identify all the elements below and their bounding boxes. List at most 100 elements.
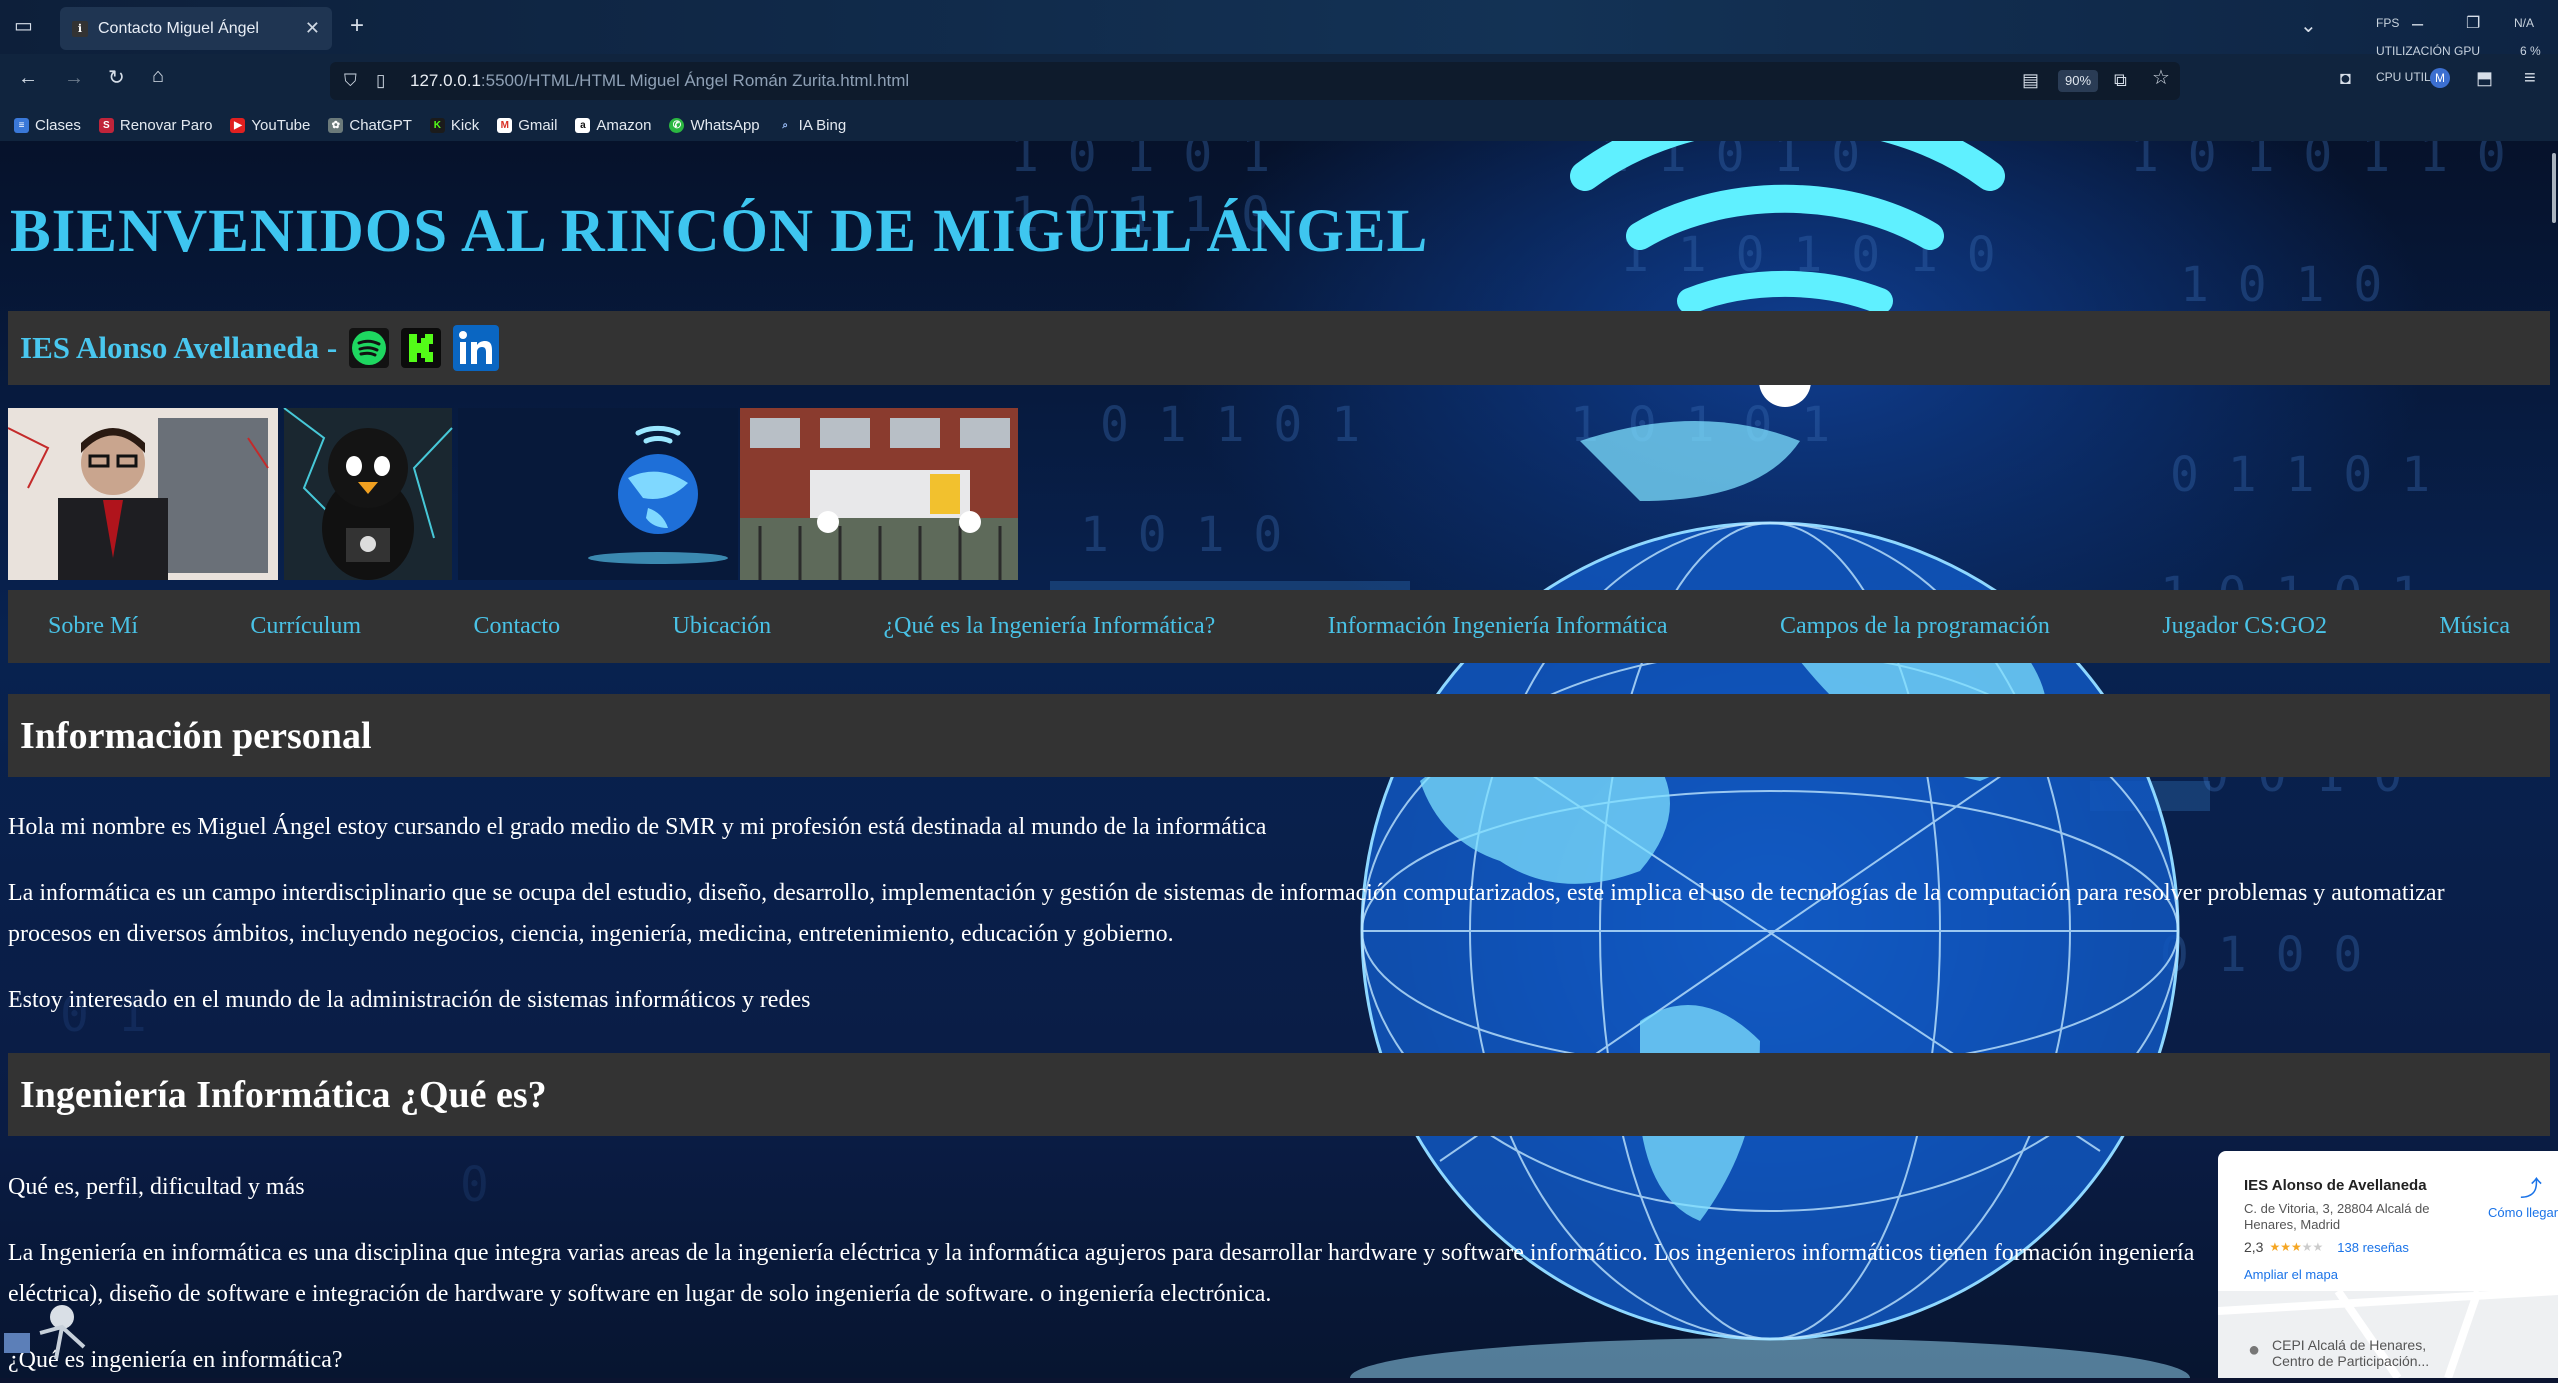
fps-label: FPS [2376,16,2400,30]
minimize-icon[interactable]: – [2412,14,2423,34]
na-label: N/A [2514,16,2535,30]
paragraph-interests: Estoy interesado en el mundo de la admin… [8,987,811,1013]
cursor-mascot-icon [0,1303,90,1363]
reader-view-icon[interactable]: ▤ [2022,70,2039,90]
nav-informacion-ingenieria[interactable]: Información Ingeniería Informática [1328,613,1668,640]
bookmark-clases[interactable]: ≡ Clases [14,117,81,134]
tab-title: Contacto Miguel Ángel [98,19,259,37]
account-avatar[interactable]: M [2430,68,2450,88]
main-navigation: Sobre Mí Currículum Contacto Ubicación ¿… [8,590,2550,663]
url-path: :5500/HTML/HTML Miguel Ángel Román Zurit… [480,71,910,90]
address-bar[interactable]: ⛉ ▯ 127.0.0.1 :5500/HTML/HTML Miguel Áng… [330,62,2180,100]
paragraph-engineering: La Ingeniería en informática es una disc… [8,1240,2195,1307]
pocket-icon[interactable]: ◘ [2340,68,2351,88]
map-address: C. de Vitoria, 3, 28804 Alcalá de Henare… [2244,1201,2430,1232]
map-embed[interactable]: IES Alonso de Avellaneda C. de Vitoria, … [2217,1151,2558,1381]
gmail-icon: M [497,118,513,133]
svg-text:1 0 1 0: 1 0 1 0 [2180,257,2382,313]
close-tab-icon[interactable]: ✕ [305,18,320,39]
map-nearby-place: CEPI Alcalá de Henares, Centro de Partic… [2272,1337,2430,1369]
page-title: BIENVENIDOS AL RINCÓN DE MIGUEL ÁNGEL [10,198,1429,265]
image-gallery [7,407,1018,580]
map-rating: 2,3 ★★★★★ 138 reseñas [2244,1239,2409,1255]
nav-curriculum[interactable]: Currículum [250,613,361,640]
engineering-heading: Ingeniería Informática ¿Qué es? [8,1053,2550,1136]
kick-icon: K [429,118,445,133]
tab-list-icon[interactable]: ▭ [14,16,33,36]
bookmark-ia-bing[interactable]: ⌕ IA Bing [778,117,846,134]
bookmark-whatsapp[interactable]: ✆ WhatsApp [669,117,760,134]
svg-text:1 0 1 0: 1 0 1 0 [1080,507,1282,563]
tab-bar: ▭ ℹ Contacto Miguel Ángel ✕ + ⌄ FPS – ❐ … [0,0,2558,58]
map-place-name: IES Alonso de Avellaneda [2244,1177,2427,1194]
chatgpt-icon: ✿ [328,118,344,133]
youtube-icon: ▶ [230,118,246,133]
extensions-icon[interactable]: ⬒ [2476,68,2493,88]
new-tab-icon[interactable]: + [350,14,364,38]
tab-overflow-chevron-icon[interactable]: ⌄ [2300,16,2317,36]
network-globe-image [458,408,738,580]
nav-campos-programacion[interactable]: Campos de la programación [1780,613,2050,640]
kick-icon[interactable] [401,328,442,368]
sepe-icon: S [98,118,114,133]
nav-ubicacion[interactable]: Ubicación [672,613,771,640]
bookmark-kick[interactable]: K Kick [429,117,479,134]
page-icon: ▯ [376,71,386,90]
forward-icon[interactable]: → [64,68,84,88]
linux-penguin-image [283,407,453,580]
menu-icon[interactable]: ≡ [2524,68,2536,88]
bookmark-amazon[interactable]: a Amazon [575,117,651,134]
search-icon: ⌕ [782,120,788,131]
layers-icon: ≡ [14,118,29,133]
nav-sobre-mi[interactable]: Sobre Mí [48,613,138,640]
svg-text:0 1 1 0 1: 0 1 1 0 1 [1100,397,1360,453]
paragraph-intro: Hola mi nombre es Miguel Ángel estoy cur… [8,814,1267,840]
bookmark-renovar-paro[interactable]: S Renovar Paro [98,117,212,134]
home-icon[interactable]: ⌂ [152,66,164,86]
businessman-image [7,408,278,580]
map-enlarge-link[interactable]: Ampliar el mapa [2244,1267,2338,1282]
cpu-label: CPU UTIL [2376,70,2431,84]
nav-musica[interactable]: Música [2439,613,2510,640]
scrollbar[interactable] [2552,153,2556,223]
school-name: IES Alonso Avellaneda - [20,330,338,365]
nav-que-es-ingenieria[interactable]: ¿Qué es la Ingeniería Informática? [884,613,1216,640]
map-rating-value: 2,3 [2244,1239,2264,1255]
paragraph-informatica: La informática es un campo interdiscipli… [8,880,2445,947]
bookmark-gmail[interactable]: M Gmail [497,117,557,134]
spotify-icon[interactable] [349,328,390,368]
amazon-icon: a [575,118,591,133]
translate-icon[interactable]: ⧉ [2114,70,2127,90]
directions-icon[interactable]: ⤴ [2520,1171,2542,1203]
bookmarks-bar: ≡ Clases S Renovar Paro ▶ YouTube ✿ ChatGPT … [0,110,2558,141]
url-host: 127.0.0.1 [410,71,481,90]
map-pin-icon: ● [2248,1339,2261,1361]
svg-text:0 1 1 0 1: 0 1 1 0 1 [2170,447,2430,503]
stars-icon: ★★★★★ [2269,1240,2324,1254]
school-bar: IES Alonso Avellaneda - [8,311,2550,385]
favicon-icon: ℹ [72,20,88,37]
bookmark-youtube[interactable]: ▶ YouTube [230,117,310,134]
map-reviews[interactable]: 138 reseñas [2337,1240,2409,1255]
zoom-level[interactable]: 90% [2058,70,2098,92]
nav-jugador-csgo2[interactable]: Jugador CS:GO2 [2162,613,2327,640]
paragraph-subtitle: Qué es, perfil, dificultad y más [8,1174,305,1200]
paragraph-question: ¿Qué es ingeniería en informática? [8,1347,343,1373]
school-building-image [740,408,1018,580]
whatsapp-icon: ✆ [669,118,685,133]
browser-chrome: ▭ ℹ Contacto Miguel Ángel ✕ + ⌄ FPS – ❐ … [0,0,2558,141]
bookmark-chatgpt[interactable]: ✿ ChatGPT [328,117,412,134]
map-directions-label[interactable]: Cómo llegar [2488,1205,2558,1220]
shield-icon[interactable]: ⛉ [344,71,357,91]
reload-icon[interactable]: ↻ [108,68,125,88]
personal-info-heading: Información personal [8,694,2550,777]
restore-icon[interactable]: ❐ [2466,14,2480,34]
svg-text:1 0 1 0 1 1 0: 1 0 1 0 1 1 0 [2130,141,2506,183]
linkedin-icon[interactable] [453,325,500,371]
svg-text:1 0 1 0 1: 1 0 1 0 1 [1010,141,1270,183]
back-icon[interactable]: ← [18,68,38,88]
page-viewport: 1 0 1 0 11 0 1 1 0 1 1 0 1 01 1 0 1 0 1 … [0,141,2558,1378]
active-tab[interactable]: ℹ Contacto Miguel Ángel ✕ [60,7,332,50]
nav-contacto[interactable]: Contacto [473,613,560,640]
bookmark-star-icon[interactable]: ☆ [2152,68,2170,88]
